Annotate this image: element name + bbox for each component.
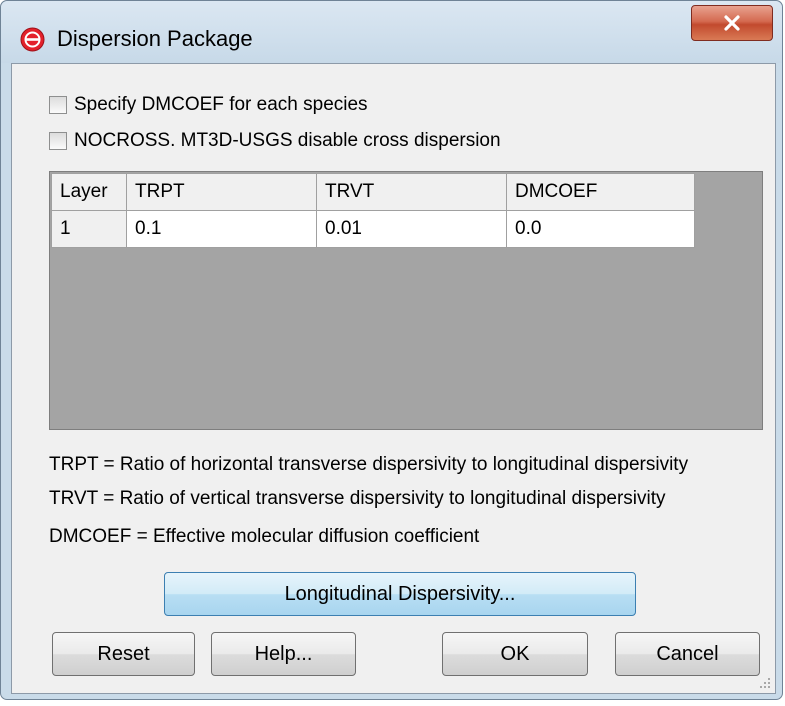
trvt-description: TRVT = Ratio of vertical transverse disp… — [49, 488, 666, 509]
longitudinal-dispersivity-button[interactable]: Longitudinal Dispersivity... — [164, 572, 636, 616]
trpt-description: TRPT = Ratio of horizontal transverse di… — [49, 454, 689, 475]
row-layer-cell[interactable]: 1 — [51, 210, 127, 248]
column-header-trpt[interactable]: TRPT — [126, 173, 317, 211]
ok-button[interactable]: OK — [442, 632, 588, 676]
close-button[interactable] — [691, 5, 773, 41]
layer-grid[interactable]: Layer TRPT TRVT DMCOEF 1 0.1 0.01 0.0 — [49, 171, 763, 430]
nocross-label[interactable]: NOCROSS. MT3D-USGS disable cross dispers… — [74, 130, 501, 152]
nocross-option[interactable]: NOCROSS. MT3D-USGS disable cross dispers… — [49, 130, 501, 152]
grid-header-row: Layer TRPT TRVT DMCOEF — [51, 173, 695, 211]
column-header-trvt[interactable]: TRVT — [316, 173, 507, 211]
title-bar[interactable]: Dispersion Package — [1, 1, 782, 63]
reset-button[interactable]: Reset — [52, 632, 195, 676]
help-button[interactable]: Help... — [211, 632, 356, 676]
dialog-window: Dispersion Package Specify DMCOEF for ea… — [0, 0, 783, 700]
dmcoef-cell[interactable]: 0.0 — [506, 210, 695, 248]
column-header-dmcoef[interactable]: DMCOEF — [506, 173, 695, 211]
window-title: Dispersion Package — [57, 26, 253, 51]
trvt-cell[interactable]: 0.01 — [316, 210, 507, 248]
nocross-checkbox[interactable] — [49, 132, 67, 150]
dialog-content: Specify DMCOEF for each species NOCROSS.… — [11, 63, 776, 694]
column-header-layer[interactable]: Layer — [51, 173, 127, 211]
specify-dmcoef-option[interactable]: Specify DMCOEF for each species — [49, 94, 368, 116]
resize-grip-icon[interactable] — [757, 675, 771, 689]
trpt-cell[interactable]: 0.1 — [126, 210, 317, 248]
app-icon — [20, 27, 45, 52]
close-icon — [724, 15, 740, 31]
specify-dmcoef-checkbox[interactable] — [49, 96, 67, 114]
specify-dmcoef-label[interactable]: Specify DMCOEF for each species — [74, 94, 368, 116]
dmcoef-description: DMCOEF = Effective molecular diffusion c… — [49, 526, 480, 547]
table-row: 1 0.1 0.01 0.0 — [51, 210, 695, 248]
cancel-button[interactable]: Cancel — [615, 632, 760, 676]
